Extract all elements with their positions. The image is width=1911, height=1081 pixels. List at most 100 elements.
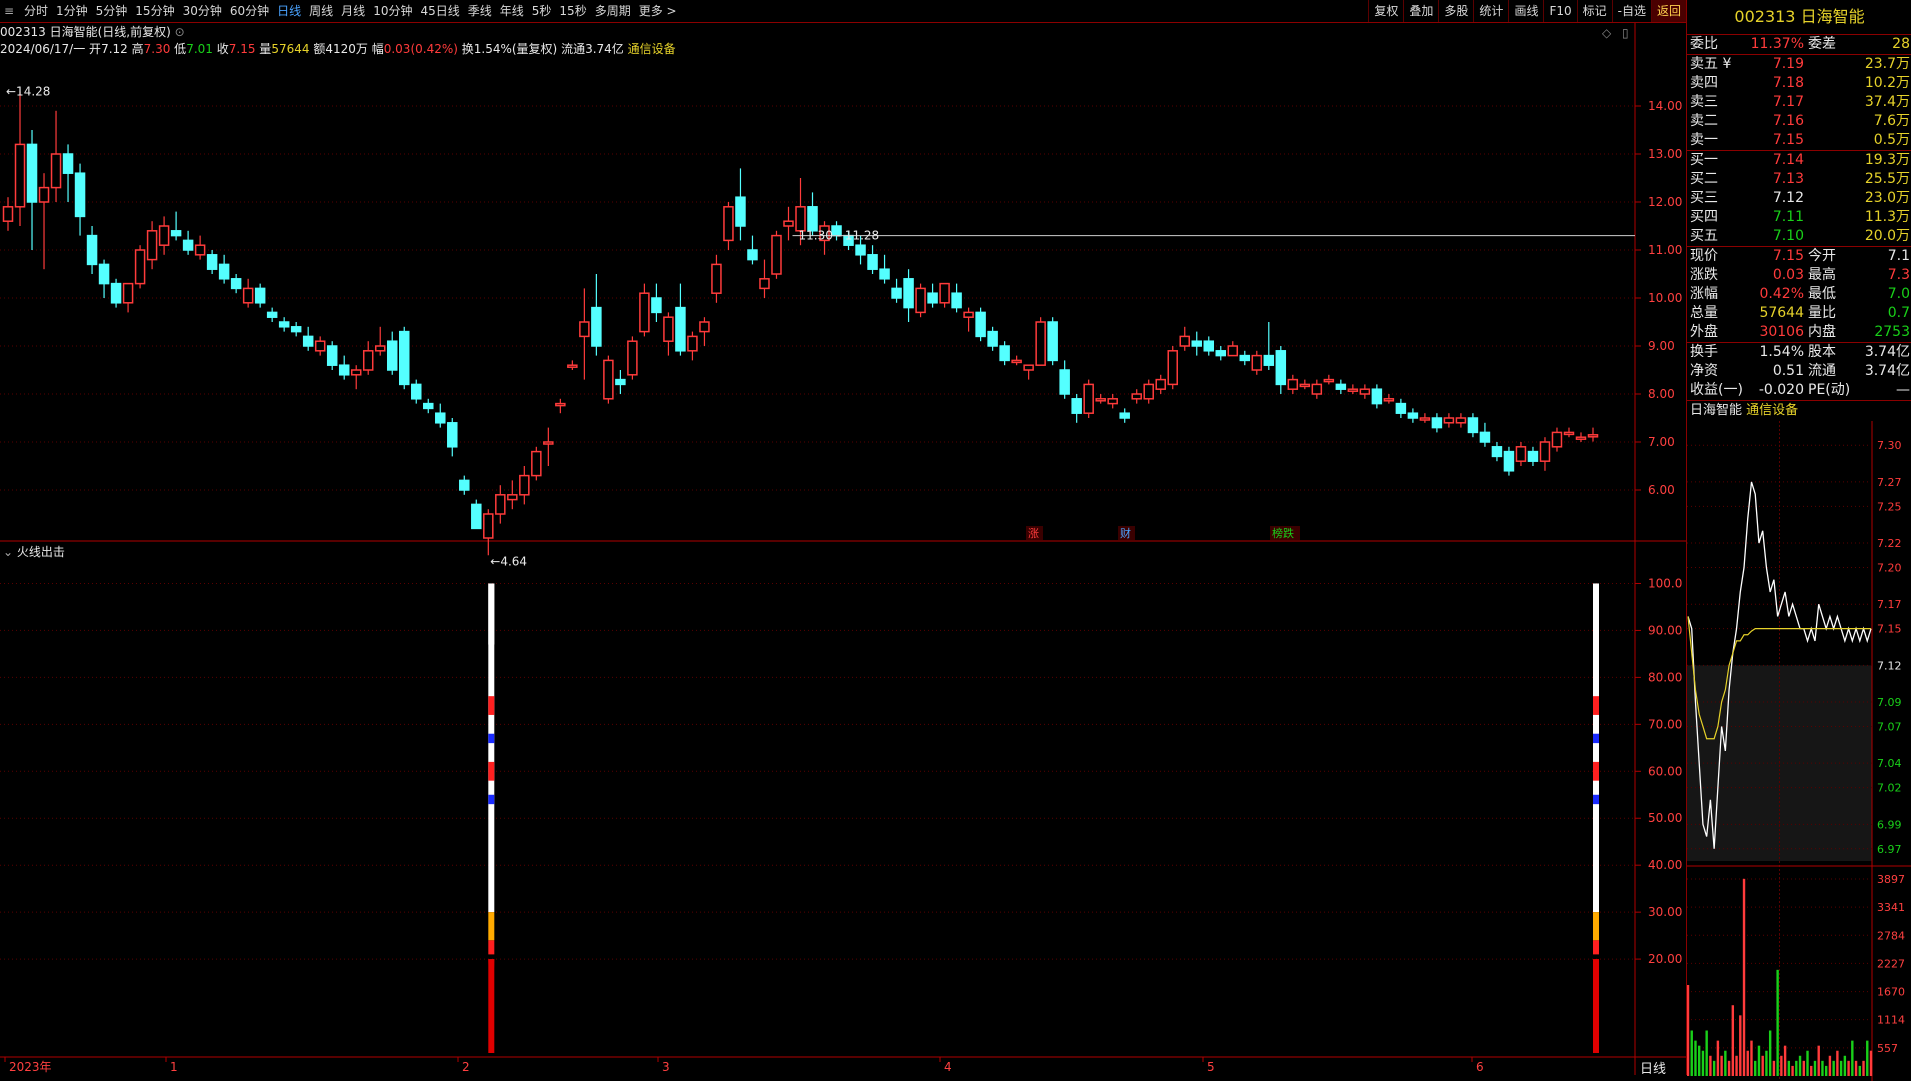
candle-body: [1359, 388, 1371, 395]
mini-price-tick: 7.20: [1877, 562, 1902, 575]
row-value: 0.42%: [1759, 286, 1804, 302]
bid-row: 买五 7.10 20.0万: [1687, 227, 1911, 246]
volume-bar: [1698, 1045, 1701, 1076]
mini-price-tick: 7.02: [1877, 782, 1902, 795]
candle-body: [1551, 431, 1563, 448]
candle-body: [1287, 378, 1299, 390]
indicator-tick-label: 40.00: [1648, 858, 1682, 872]
indicator-tick-label: 100.0: [1648, 576, 1682, 590]
candle-body: [1227, 345, 1239, 357]
price-tick-label: 7.00: [1648, 435, 1675, 449]
candle-body: [266, 311, 278, 318]
candle-body: [903, 278, 914, 309]
mini-price-tick: 7.25: [1877, 500, 1902, 513]
event-tag: 涨: [1028, 527, 1039, 540]
volume-bar: [1817, 1045, 1820, 1076]
indicator-header: ⌄ 火线出击: [3, 543, 65, 560]
mini-price-tick: 7.12: [1877, 659, 1902, 672]
mini-price-tick: 7.22: [1877, 537, 1902, 550]
quote-panel: 002313 日海智能 委比 11.37% 委差 28 卖五 ¥ 7.19 23.7…: [1686, 0, 1911, 1081]
candle-body: [1119, 412, 1130, 419]
intraday-chart[interactable]: 7.30 7.27 7.25 7.22 7.20 7.17 7.15 7.12 7.09 7.07…: [1687, 421, 1911, 1081]
row-value: 7.16: [1772, 113, 1804, 129]
row-value: 1.54%: [1759, 344, 1804, 360]
diff-label: 委差: [1808, 36, 1836, 52]
signal-segment: [1593, 696, 1599, 715]
ask-row: 卖一 7.15 0.5万: [1687, 131, 1911, 150]
price-tick-label: 12.00: [1648, 195, 1682, 209]
ask-row: 卖三 7.17 37.4万: [1687, 93, 1911, 112]
bid-row: 买三 7.12 23.0万: [1687, 189, 1911, 208]
candle-body: [531, 450, 542, 477]
volume-bar: [1716, 1040, 1720, 1076]
stats-block-2: 换手 1.54% 股本 3.74亿 净资 0.51 流通 3.74亿 收益(一) -0.020 PE…: [1687, 343, 1911, 400]
row-value-2: 0.7: [1887, 305, 1910, 321]
indicator-name: 火线出击: [16, 545, 65, 559]
row-value: -0.020: [1758, 382, 1804, 398]
row-label: 总量: [1690, 305, 1718, 321]
volume-bar: [1720, 1055, 1723, 1076]
row-label: 外盘: [1690, 324, 1718, 340]
candle-body: [999, 345, 1010, 362]
candle-body: [435, 412, 446, 424]
candle-body: [1575, 436, 1587, 440]
candle-body: [1443, 417, 1455, 424]
candle-body: [543, 441, 554, 445]
candle-body: [747, 249, 758, 261]
candle-body: [1563, 431, 1575, 436]
min-price-label: ←4.64: [490, 554, 527, 568]
row-value-2: 7.3: [1887, 267, 1910, 283]
mini-vol-tick: 557: [1877, 1042, 1898, 1055]
candle-body: [170, 230, 182, 237]
candle-body: [495, 494, 506, 515]
row-value-2: 37.4万: [1864, 94, 1910, 110]
volume-bar: [1694, 1040, 1697, 1076]
candle-body: [1239, 354, 1251, 362]
row-label-2: 内盘: [1808, 324, 1836, 340]
candle-body: [314, 340, 326, 352]
candle-body: [50, 153, 62, 189]
kline-chart[interactable]: 14.00 13.00 12.00 11.00 10.00 9.00 8.00 7.00 6.0…: [0, 0, 1686, 1075]
signal-segment: [488, 940, 495, 955]
candle-body: [459, 479, 470, 491]
candle-body: [1191, 340, 1202, 347]
price-tick-label: 9.00: [1648, 339, 1675, 353]
candle-body: [1215, 350, 1227, 357]
time-tick-label: 4: [944, 1060, 952, 1074]
row-value: 7.13: [1772, 171, 1804, 187]
volume-bar: [1824, 1065, 1828, 1076]
time-tick-label: 2023年: [9, 1060, 52, 1074]
chevron-down-icon[interactable]: ⌄: [3, 545, 13, 559]
volume-bar: [1851, 1040, 1854, 1076]
candle-body: [302, 335, 314, 347]
volume-bar: [1690, 1030, 1693, 1076]
candle-body: [411, 383, 422, 400]
volume-bar: [1828, 1055, 1832, 1076]
candle-body: [1095, 398, 1106, 402]
row-value-2: 2753: [1874, 324, 1910, 340]
volume-bar: [1757, 1045, 1761, 1076]
candle-body: [1395, 402, 1407, 414]
mini-price-tick: 7.30: [1877, 439, 1902, 452]
candle-body: [326, 345, 338, 366]
stats-block: 现价 7.15 今开 7.1 涨跌 0.03 最高 7.3 涨幅 0.42% 最低 7.0 总量 5764…: [1687, 247, 1911, 342]
candle-body: [471, 503, 482, 530]
volume-bar: [1765, 1050, 1768, 1076]
row-value: 7.19: [1772, 56, 1804, 72]
candle-body: [2, 206, 14, 222]
ratio-value: 11.37%: [1750, 36, 1804, 52]
candle-body: [855, 244, 866, 256]
max-price-label: ←14.28: [6, 85, 50, 99]
ask-row: 卖四 7.18 10.2万: [1687, 74, 1911, 93]
candle-body: [507, 494, 518, 501]
price-tick-label: 8.00: [1648, 387, 1675, 401]
row-value-2: —: [1896, 382, 1910, 398]
volume-bar: [1761, 1055, 1764, 1076]
signal-segment: [488, 630, 495, 645]
candle-body: [1311, 383, 1323, 395]
row-value: 7.12: [1772, 190, 1804, 206]
indicator-tick-label: 80.00: [1648, 670, 1682, 684]
signal-segment: [1593, 761, 1599, 781]
mini-sector[interactable]: 通信设备: [1746, 403, 1798, 418]
candle-body: [699, 321, 710, 333]
